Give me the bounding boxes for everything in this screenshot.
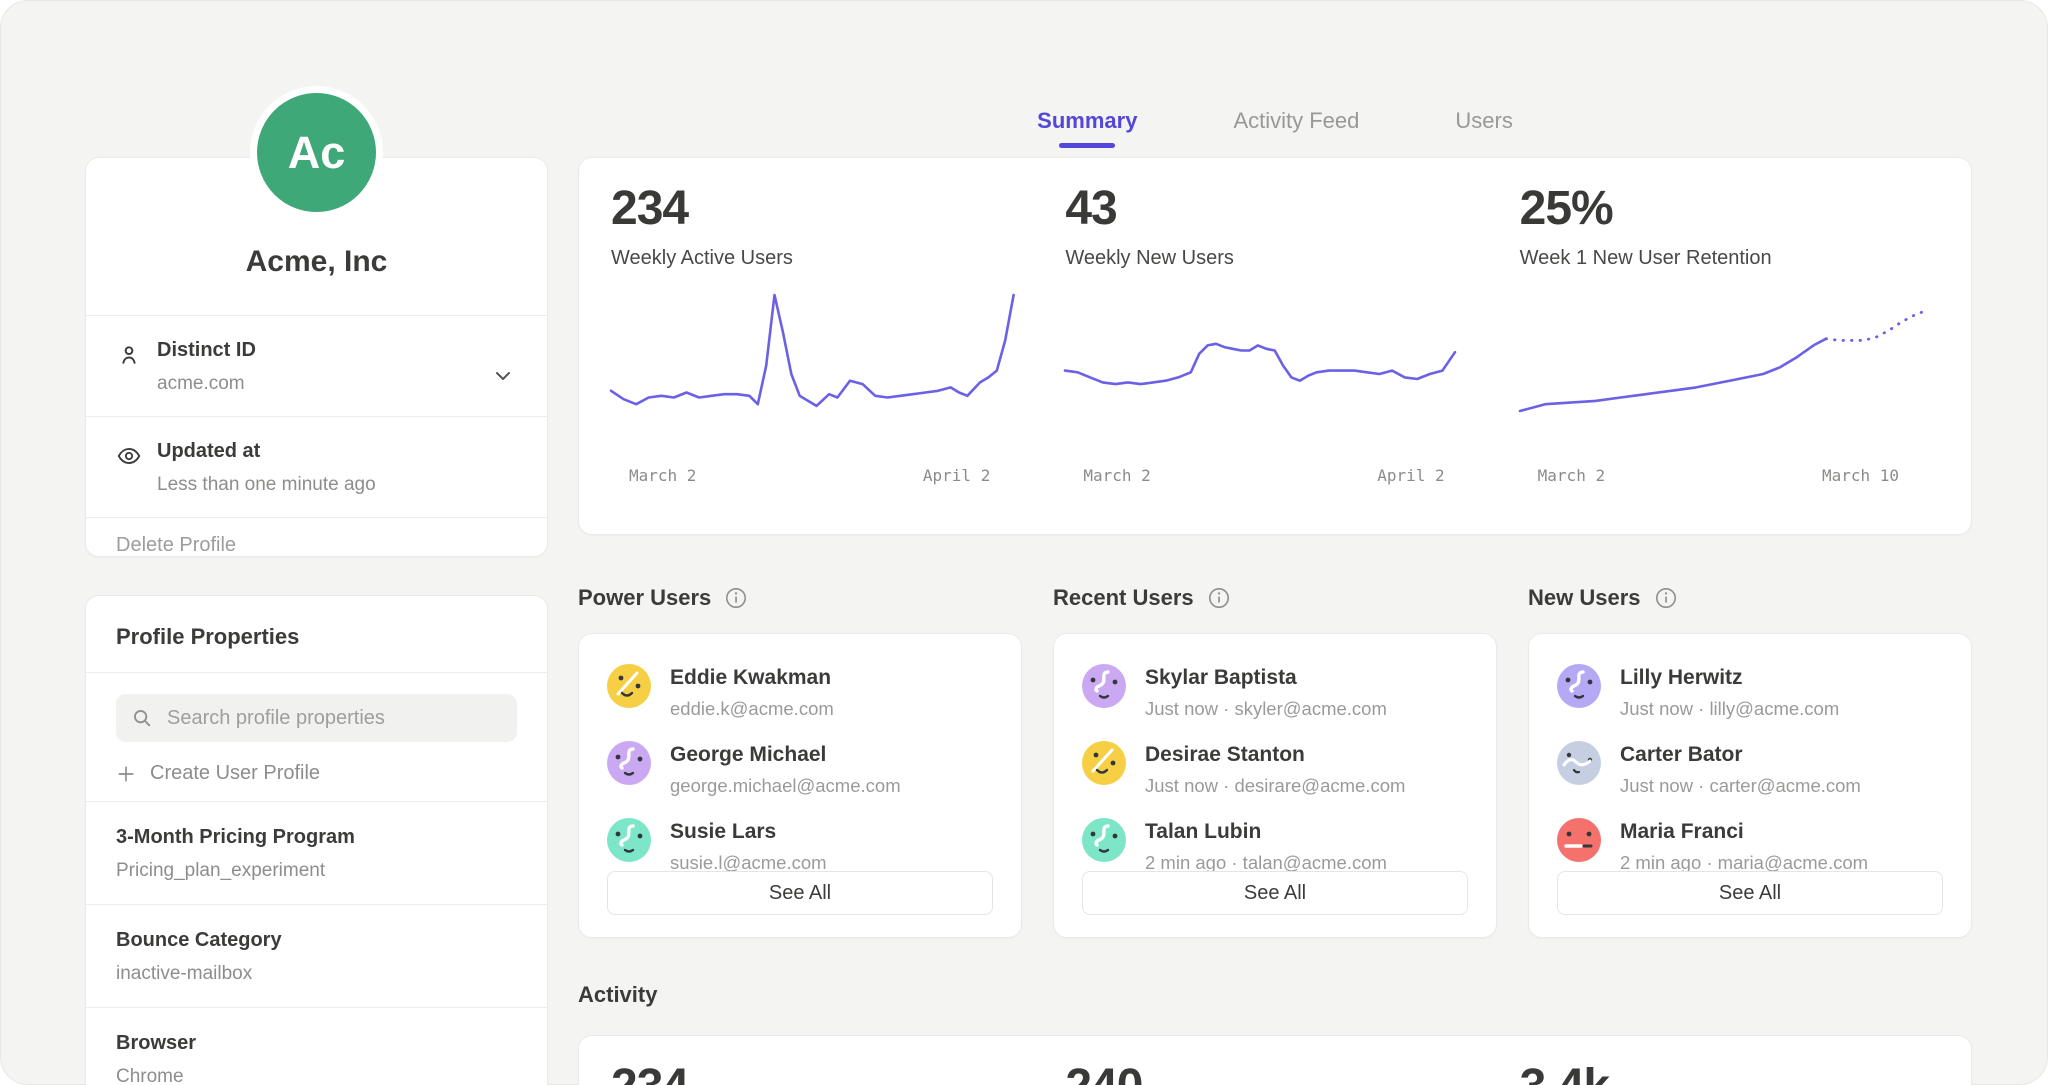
chevron-down-icon[interactable] <box>491 364 515 388</box>
stat-label: Weekly Active Users <box>611 247 1030 270</box>
list-item[interactable]: Lilly Herwitz Just now · lilly@acme.com <box>1557 664 1943 720</box>
user-avatar <box>1082 818 1126 862</box>
list-item[interactable]: Desirae Stanton Just now · desirare@acme… <box>1082 741 1468 797</box>
property-row[interactable]: Browser Chrome <box>86 1007 547 1085</box>
field-value: acme.com <box>157 373 487 395</box>
delete-profile-button[interactable]: Delete Profile <box>116 534 236 557</box>
list-item[interactable]: Maria Franci 2 min ago · maria@acme.com <box>1557 818 1943 874</box>
property-row[interactable]: 3-Month Pricing Program Pricing_plan_exp… <box>86 801 547 904</box>
activity-stat: 3.4k <box>1520 1059 1939 1085</box>
user-avatar <box>1082 664 1126 708</box>
list-item[interactable]: Susie Lars susie.l@acme.com <box>607 818 993 874</box>
list-item[interactable]: Carter Bator Just now · carter@acme.com <box>1557 741 1943 797</box>
stat-week1-retention: 25% Week 1 New User Retention March 2 Ma… <box>1520 184 1939 508</box>
user-avatar <box>607 818 651 862</box>
activity-stat: 234 <box>611 1059 1030 1085</box>
recent-users-card: Skylar Baptista Just now · skyler@acme.c… <box>1053 633 1497 938</box>
divider <box>86 672 547 673</box>
power-users-card: Eddie Kwakman eddie.k@acme.com George Mi… <box>578 633 1022 938</box>
stat-label: Week 1 New User Retention <box>1520 247 1939 270</box>
info-icon[interactable] <box>1654 586 1678 610</box>
see-all-button[interactable]: See All <box>1557 871 1943 915</box>
tab-users[interactable]: Users <box>1455 108 1512 148</box>
search-input[interactable] <box>165 706 502 731</box>
stat-label: Weekly New Users <box>1065 247 1484 270</box>
app-window: Ac Acme, Inc Distinct ID acme.com <box>0 0 2048 1085</box>
x-axis-labels: March 2 April 2 <box>611 458 1030 485</box>
list-item[interactable]: George Michael george.michael@acme.com <box>607 741 993 797</box>
list-item[interactable]: Skylar Baptista Just now · skyler@acme.c… <box>1082 664 1468 720</box>
x-axis-labels: March 2 April 2 <box>1065 458 1484 485</box>
tab-activity-feed[interactable]: Activity Feed <box>1233 108 1359 148</box>
profile-sidebar: Ac Acme, Inc Distinct ID acme.com <box>85 0 548 1085</box>
field-label: Updated at <box>157 440 487 463</box>
active-tab-underline <box>1059 143 1115 148</box>
activity-card: 234 240 3.4k <box>578 1035 1972 1085</box>
user-section-cards: Eddie Kwakman eddie.k@acme.com George Mi… <box>578 633 1972 938</box>
recent-users-header: Recent Users <box>1053 585 1497 611</box>
delete-profile-row: Delete Profile <box>86 517 547 573</box>
company-avatar-initials: Ac <box>288 127 346 179</box>
field-distinct-id[interactable]: Distinct ID acme.com <box>86 315 547 416</box>
new-users-header: New Users <box>1528 585 1972 611</box>
stat-value: 43 <box>1065 184 1484 234</box>
list-item[interactable]: Talan Lubin 2 min ago · talan@acme.com <box>1082 818 1468 874</box>
stat-weekly-new-users: 43 Weekly New Users March 2 April 2 <box>1065 184 1484 508</box>
field-value: Less than one minute ago <box>157 474 487 496</box>
power-users-header: Power Users <box>578 585 1022 611</box>
field-updated-at: Updated at Less than one minute ago <box>86 416 547 517</box>
profile-properties-card: Profile Properties Create User Profile 3… <box>85 595 548 1085</box>
activity-title: Activity <box>578 982 657 1008</box>
plus-icon <box>116 764 136 784</box>
property-row[interactable]: Bounce Category inactive-mailbox <box>86 904 547 1007</box>
user-avatar <box>1557 664 1601 708</box>
eye-icon <box>116 443 142 469</box>
person-icon <box>116 342 142 368</box>
search-profile-properties[interactable] <box>116 694 517 742</box>
property-value: Pricing_plan_experiment <box>116 860 517 882</box>
user-avatar <box>1082 741 1126 785</box>
week1-retention-sparkline <box>1520 290 1939 458</box>
stat-weekly-active-users: 234 Weekly Active Users March 2 April 2 <box>611 184 1030 508</box>
create-user-profile-label: Create User Profile <box>150 762 320 785</box>
activity-stat: 240 <box>1065 1059 1484 1085</box>
user-avatar <box>1557 818 1601 862</box>
weekly-new-users-sparkline <box>1065 290 1484 458</box>
tab-summary[interactable]: Summary <box>1037 108 1137 148</box>
create-user-profile-button[interactable]: Create User Profile <box>116 762 320 785</box>
info-icon[interactable] <box>1207 586 1231 610</box>
property-value: inactive-mailbox <box>116 963 517 985</box>
new-users-card: Lilly Herwitz Just now · lilly@acme.com … <box>1528 633 1972 938</box>
see-all-button[interactable]: See All <box>1082 871 1468 915</box>
user-section-headers: Power Users Recent Users New Users <box>578 585 1972 611</box>
user-avatar <box>607 741 651 785</box>
property-name: Bounce Category <box>116 929 517 952</box>
summary-card: 234 Weekly Active Users March 2 April 2 … <box>578 157 1972 535</box>
company-name: Acme, Inc <box>246 245 388 279</box>
stat-value: 25% <box>1520 184 1939 234</box>
company-avatar: Ac <box>250 86 383 219</box>
search-icon <box>131 707 153 729</box>
profile-properties-title: Profile Properties <box>86 596 547 672</box>
user-avatar <box>607 664 651 708</box>
see-all-button[interactable]: See All <box>607 871 993 915</box>
info-icon[interactable] <box>724 586 748 610</box>
tab-bar: Summary Activity Feed Users <box>578 108 1972 148</box>
field-label: Distinct ID <box>157 339 487 362</box>
user-avatar <box>1557 741 1601 785</box>
property-name: 3-Month Pricing Program <box>116 826 517 849</box>
stat-value: 234 <box>611 184 1030 234</box>
main-content: Summary Activity Feed Users 234 Weekly A… <box>578 0 1972 1085</box>
property-value: Chrome <box>116 1066 517 1085</box>
x-axis-labels: March 2 March 10 <box>1520 458 1939 485</box>
property-name: Browser <box>116 1032 517 1055</box>
weekly-active-users-sparkline <box>611 290 1030 458</box>
list-item[interactable]: Eddie Kwakman eddie.k@acme.com <box>607 664 993 720</box>
